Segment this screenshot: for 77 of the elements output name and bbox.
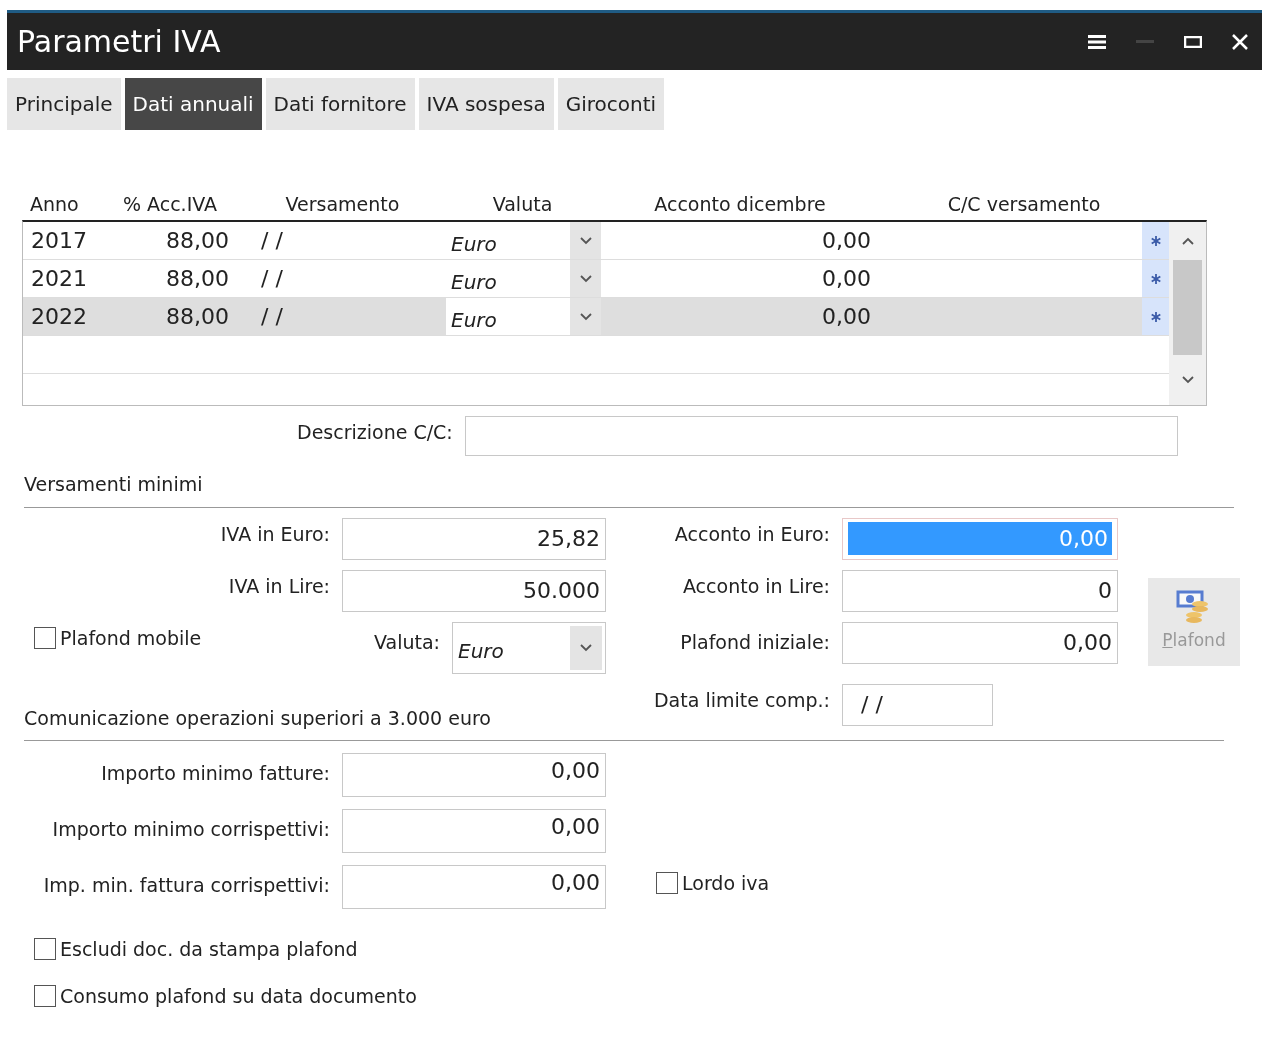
input-field[interactable]: 25,82 — [342, 517, 606, 560]
asterisk-icon — [1150, 235, 1161, 246]
field-label: Importo minimo corrispettivi: — [51, 817, 331, 842]
field-label: Importo minimo fatture: — [100, 761, 331, 786]
tab[interactable]: Giroconti — [557, 78, 665, 130]
scrollbar[interactable] — [1169, 222, 1206, 405]
table-cell-text: 0,00 — [821, 227, 871, 255]
table-cell-text: 2017 — [30, 227, 88, 255]
field-label: Data limite comp.: — [653, 687, 831, 713]
table-cell-text: 0,00 — [821, 265, 871, 293]
input-field[interactable]: 50.000 — [342, 569, 606, 612]
menu-icon[interactable] — [1088, 33, 1106, 50]
tab[interactable]: Dati annuali — [124, 78, 262, 130]
field-label: Descrizione C/C: — [297, 420, 454, 445]
checkbox[interactable] — [34, 984, 56, 1007]
table-cell-text: 2021 — [30, 265, 88, 293]
lookup-button[interactable] — [1142, 260, 1169, 297]
currency-dropdown[interactable]: Euro — [446, 298, 601, 335]
table-row[interactable]: 2022 88,00 / / Euro 0,00 — [23, 298, 1169, 336]
checkbox-label: Consumo plafond su data documento — [60, 983, 417, 1009]
table-cell-text: 88,00 — [165, 265, 230, 293]
table-row[interactable]: 2021 88,00 / / Euro 0,00 — [23, 260, 1169, 298]
table-cell-text: 0,00 — [821, 303, 871, 331]
checkbox-label: Lordo iva — [682, 871, 770, 896]
asterisk-icon — [1150, 273, 1161, 284]
table-cell-text: / / — [260, 265, 284, 293]
input-field[interactable]: 0,00 — [342, 753, 606, 797]
input-field[interactable]: 0,00 — [342, 809, 606, 853]
table-cell-text: 88,00 — [165, 303, 230, 331]
column-header: Acconto dicembre — [653, 191, 827, 217]
plafond-button: Plafond — [1148, 577, 1240, 666]
chevron-down-icon — [579, 236, 592, 245]
asterisk-icon — [1150, 311, 1161, 322]
checkbox[interactable] — [656, 872, 678, 895]
maximize-icon[interactable] — [1184, 35, 1202, 48]
scrollbar-thumb[interactable] — [1173, 260, 1202, 355]
input-field[interactable]: 0,00 — [342, 865, 606, 909]
lookup-button[interactable] — [1142, 298, 1169, 335]
field-label: Imp. min. fattura corrispettivi: — [42, 873, 331, 898]
field-label: Plafond iniziale: — [679, 629, 831, 655]
field-label: IVA in Lire: — [227, 573, 331, 599]
input-field[interactable] — [464, 416, 1178, 456]
currency-dropdown[interactable]: Euro — [452, 621, 606, 674]
checkbox-label: Plafond mobile — [60, 625, 202, 651]
checkbox[interactable] — [34, 938, 56, 961]
column-header: Versamento — [284, 191, 401, 217]
input-field[interactable]: 0,00 — [842, 621, 1118, 664]
tab[interactable]: IVA sospesa — [418, 78, 554, 130]
date-field[interactable]: / / — [842, 683, 993, 726]
close-icon[interactable] — [1232, 33, 1248, 50]
chevron-down-icon — [580, 643, 592, 652]
section-title: Versamenti minimi — [24, 473, 203, 495]
table-row[interactable]: 2017 88,00 / / Euro 0,00 — [23, 222, 1169, 260]
chevron-down-icon — [1181, 376, 1194, 384]
field-label: Acconto in Euro: — [673, 521, 831, 547]
column-header: C/C versamento — [946, 191, 1102, 217]
chevron-down-icon — [579, 312, 592, 321]
input-field[interactable]: 0 — [842, 569, 1118, 612]
chevron-down-icon — [579, 274, 592, 283]
column-header: Anno — [29, 191, 80, 217]
table-cell-text: 88,00 — [165, 227, 230, 255]
lookup-button[interactable] — [1142, 222, 1169, 259]
window-title: Parametri IVA — [17, 23, 222, 61]
checkbox[interactable] — [34, 626, 56, 649]
table-cell-text: 2022 — [30, 303, 88, 331]
chevron-up-icon — [1181, 237, 1194, 245]
column-header: Valuta — [491, 191, 554, 217]
checkbox-label: Escludi doc. da stampa plafond — [60, 937, 358, 962]
section-title: Comunicazione operazioni superiori a 3.000 euro — [24, 706, 491, 729]
table-cell-text: / / — [260, 227, 284, 255]
field-label: IVA in Euro: — [219, 521, 331, 547]
column-header: % Acc.IVA — [121, 191, 219, 217]
table-cell-text: / / — [260, 303, 284, 331]
tab[interactable]: Dati fornitore — [265, 78, 415, 130]
field-label: Acconto in Lire: — [681, 573, 831, 599]
tab[interactable]: Principale — [7, 78, 121, 130]
field-label: Valuta: — [373, 629, 441, 655]
